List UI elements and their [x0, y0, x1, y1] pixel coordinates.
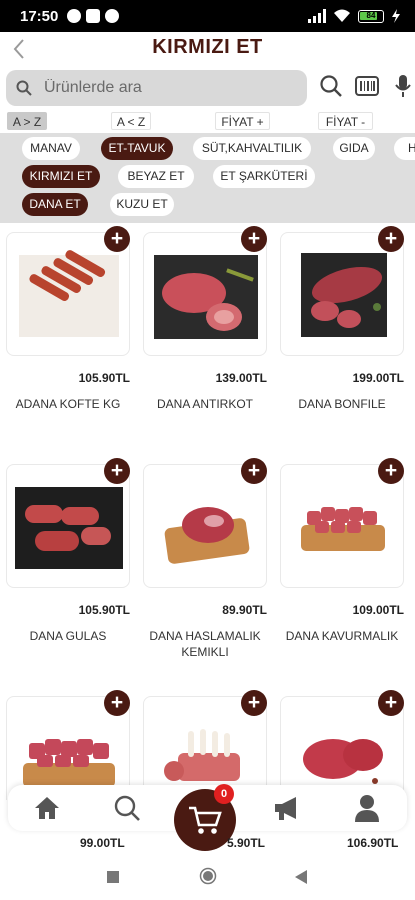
cart-icon	[189, 806, 222, 834]
product-price: 105.90TL	[78, 603, 130, 617]
megaphone-icon	[275, 797, 296, 820]
adana-kofte-image	[19, 250, 119, 337]
sort-z-to-a[interactable]: A < Z	[111, 112, 151, 130]
barcode-button[interactable]	[354, 73, 380, 99]
product-name: DANA ANTIRKOT	[156, 397, 254, 411]
sort-a-to-z[interactable]: A > Z	[7, 112, 47, 130]
product-name: ADANA KOFTE KG	[15, 397, 121, 411]
nav-home[interactable]	[32, 793, 62, 823]
product-price: 105.90TL	[78, 371, 130, 385]
page-title: KIRMIZI ET	[152, 36, 263, 58]
board-cubes-image	[301, 507, 385, 551]
category-chip-gida[interactable]: GIDA	[333, 137, 375, 160]
product-price: 106.90TL	[347, 836, 399, 850]
notification-icons	[67, 9, 119, 23]
add-to-cart-button[interactable]: +	[241, 226, 267, 252]
subcategory-chip-kuzu-et[interactable]: KUZU ET	[110, 193, 174, 216]
signal-icon	[308, 9, 326, 23]
product-price: 5.90TL	[227, 836, 266, 850]
home-system-button[interactable]	[199, 867, 217, 890]
product-name: DANA KAVURMALIK	[285, 629, 399, 643]
add-to-cart-button[interactable]: +	[104, 458, 130, 484]
product-price: 109.00TL	[352, 603, 404, 617]
category-chip-et-tavuk[interactable]: ET-TAVUK	[101, 137, 173, 160]
add-to-cart-button[interactable]: +	[241, 458, 267, 484]
voice-search-button[interactable]	[390, 73, 415, 99]
product-name: DANA HASLAMALIK KEMIKLI	[149, 629, 261, 659]
product-name: DANA BONFILE	[298, 397, 386, 411]
product-price: 139.00TL	[215, 371, 267, 385]
sort-price-asc[interactable]: FİYAT +	[215, 112, 270, 130]
subcategory-chip-dana-et[interactable]: DANA ET	[22, 193, 88, 216]
nav-search[interactable]	[112, 793, 142, 823]
add-to-cart-button[interactable]: +	[378, 226, 404, 252]
app-notification-icon-2	[105, 9, 119, 23]
system-indicators: 84	[308, 9, 401, 23]
category-chip-partial[interactable]: Hİ	[394, 137, 415, 160]
search-icon	[114, 795, 140, 821]
gallery-notification-icon	[86, 9, 100, 23]
cart-count-badge: 0	[214, 784, 234, 804]
product-grid: + 105.90TL ADANA KOFTE KG + 139.00TL DAN…	[0, 226, 415, 800]
charging-icon	[392, 9, 400, 23]
category-chip-manav[interactable]: MANAV	[22, 137, 80, 160]
circle-icon	[199, 867, 217, 885]
battery-icon: 84	[358, 9, 384, 23]
square-icon	[107, 871, 119, 883]
subcategory-chip-et-sarkuteri[interactable]: ET ŞARKÜTERİ	[213, 165, 315, 188]
search-tools	[318, 73, 415, 99]
product-price: 199.00TL	[352, 371, 404, 385]
subcategory-chip-kirmizi-et[interactable]: KIRMIZI ET	[22, 165, 100, 188]
subcategory-chip-beyaz-et[interactable]: BEYAZ ET	[118, 165, 194, 188]
sort-bar: A > Z A < Z FİYAT + FİYAT -	[0, 112, 415, 130]
barcode-icon	[355, 76, 379, 96]
nav-profile[interactable]	[352, 793, 382, 823]
add-to-cart-button[interactable]: +	[104, 226, 130, 252]
status-bar: 17:50 84	[0, 0, 415, 32]
search-button[interactable]	[318, 73, 344, 99]
search-input[interactable]	[44, 76, 299, 100]
search-icon	[16, 80, 32, 96]
add-to-cart-button[interactable]: +	[241, 690, 267, 716]
triangle-back-icon	[295, 870, 307, 884]
add-to-cart-button[interactable]: +	[104, 690, 130, 716]
product-price: 99.00TL	[80, 836, 125, 850]
category-chip-sut-kahvaltilik[interactable]: SÜT,KAHVALTILIK	[193, 137, 311, 160]
search-icon	[320, 75, 342, 97]
product-name: DANA GULAS	[29, 629, 107, 643]
gulas-dark-image	[15, 487, 123, 569]
recents-button[interactable]	[106, 870, 120, 889]
category-panel: MANAV ET-TAVUK SÜT,KAHVALTILIK GIDA Hİ K…	[0, 133, 415, 223]
fillet-dark-image	[301, 253, 387, 337]
nav-campaigns[interactable]	[272, 793, 302, 823]
battery-level: 84	[366, 10, 376, 20]
search-bar[interactable]	[6, 70, 307, 106]
add-to-cart-button[interactable]: +	[378, 458, 404, 484]
app-notification-icon	[67, 9, 81, 23]
sort-price-desc[interactable]: FİYAT -	[318, 112, 373, 130]
add-to-cart-button[interactable]: +	[378, 690, 404, 716]
user-icon	[355, 795, 379, 822]
system-navigation	[0, 858, 415, 900]
app-header: KIRMIZI ET	[0, 32, 415, 66]
status-time: 17:50	[20, 8, 59, 25]
board-chunk-image	[164, 507, 250, 564]
mic-icon	[395, 75, 411, 97]
product-price: 89.90TL	[222, 603, 267, 617]
back-system-button[interactable]	[294, 869, 308, 890]
home-icon	[35, 797, 59, 819]
steak-plate-image	[154, 255, 258, 339]
wifi-icon	[334, 9, 350, 22]
